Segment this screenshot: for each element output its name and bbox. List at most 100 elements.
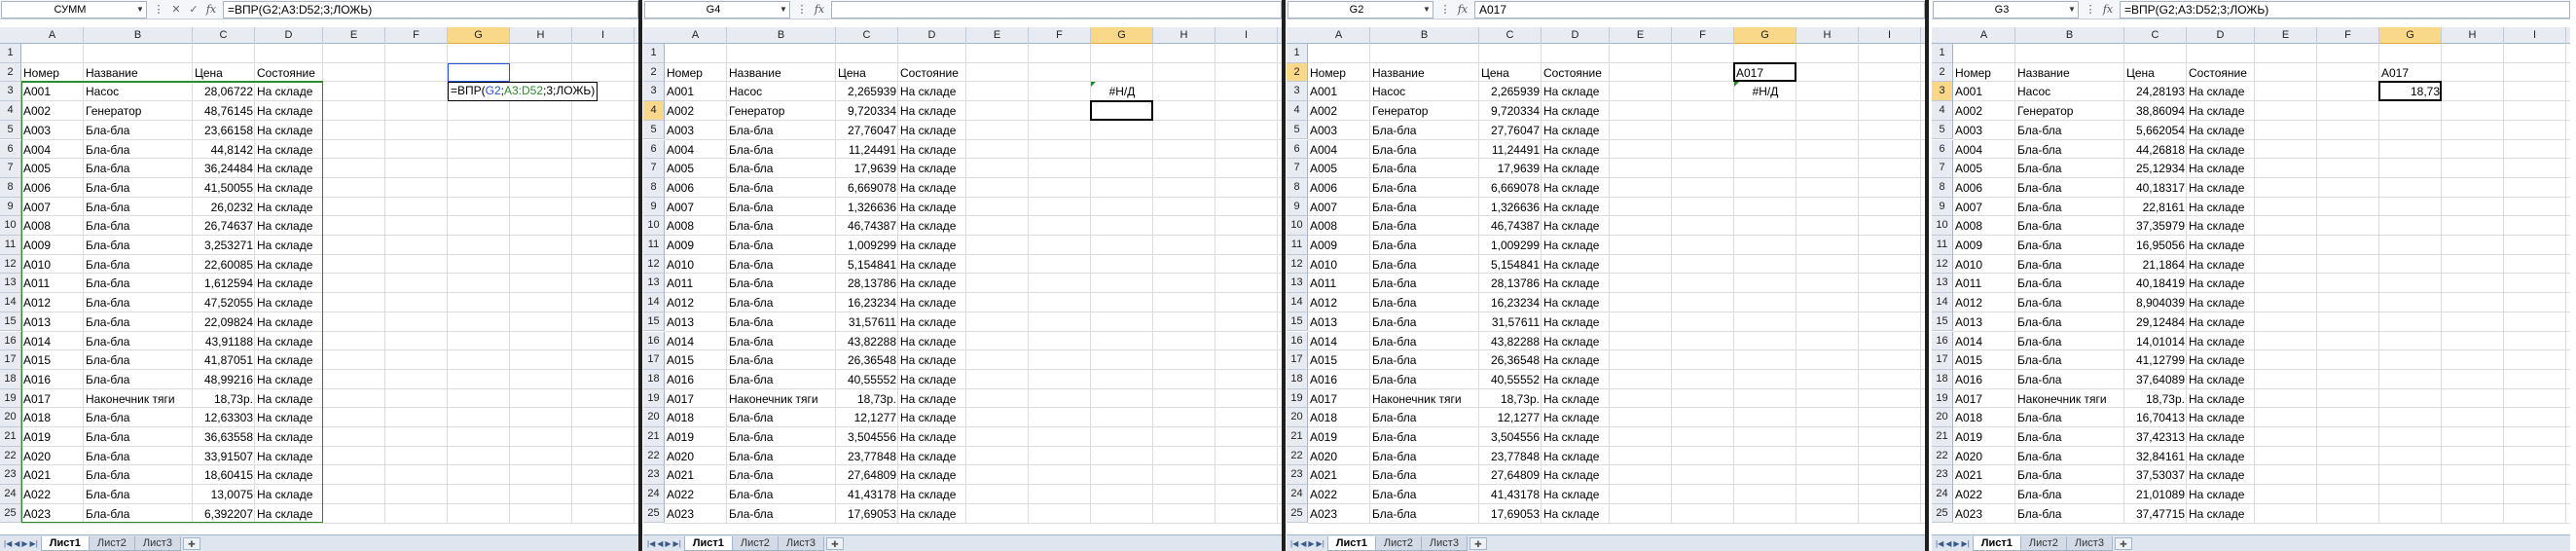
row-header-12[interactable]: 12 — [643, 254, 665, 275]
cell-B6[interactable]: Бла-бла — [727, 142, 836, 159]
cell-A18[interactable]: A016 — [1308, 372, 1370, 388]
cell-D13[interactable]: На складе — [1542, 276, 1610, 292]
cell-D4[interactable]: На складе — [255, 103, 323, 120]
cell-A20[interactable]: A018 — [21, 410, 84, 426]
row-header-25[interactable]: 25 — [643, 503, 665, 524]
cell-A12[interactable]: A010 — [665, 257, 727, 274]
row-header-1[interactable]: 1 — [1932, 44, 1953, 63]
column-header-E[interactable]: E — [966, 27, 1029, 44]
cell-B11[interactable]: Бла-бла — [727, 238, 836, 254]
column-header-G[interactable]: G — [1734, 27, 1796, 44]
column-header-H[interactable]: H — [2442, 27, 2504, 44]
cell-C8[interactable]: 40,18317 — [2124, 180, 2187, 197]
cell-B12[interactable]: Бла-бла — [727, 257, 836, 274]
cell-D13[interactable]: На складе — [898, 276, 966, 292]
row-header-17[interactable]: 17 — [1932, 350, 1953, 370]
cell-C25[interactable]: 17,69053 — [1479, 506, 1542, 523]
column-header-F[interactable]: F — [1029, 27, 1091, 44]
cell-A4[interactable]: A002 — [665, 103, 727, 120]
cell-A14[interactable]: A012 — [1308, 295, 1370, 312]
cell-B13[interactable]: Бла-бла — [2015, 276, 2124, 292]
tab-nav-first-icon[interactable]: |◀ — [647, 539, 655, 548]
cell-A24[interactable]: A022 — [21, 487, 84, 503]
cell-B10[interactable]: Бла-бла — [2015, 218, 2124, 235]
sheet-tab-3[interactable]: Лист3 — [2065, 535, 2113, 551]
cell-D19[interactable]: На складе — [2187, 391, 2255, 408]
cell-C4[interactable]: 9,720334 — [836, 103, 898, 120]
column-header-H[interactable]: H — [510, 27, 572, 44]
row-header-18[interactable]: 18 — [1932, 369, 1953, 389]
cell-D15[interactable]: На складе — [2187, 314, 2255, 331]
cell-B3[interactable]: Насос — [2015, 84, 2124, 100]
row-header-11[interactable]: 11 — [1287, 236, 1308, 255]
tab-nav-next-icon[interactable]: ▶ — [21, 539, 27, 548]
formula-input[interactable] — [831, 0, 1282, 18]
row-header-1[interactable]: 1 — [0, 44, 21, 63]
cell-A24[interactable]: A022 — [1308, 487, 1370, 503]
cell-C20[interactable]: 12,1277 — [836, 410, 898, 426]
cell-C5[interactable]: 5,662054 — [2124, 123, 2187, 139]
cell-A23[interactable]: A021 — [665, 467, 727, 484]
cell-D11[interactable]: На складе — [255, 238, 323, 254]
cell-B15[interactable]: Бла-бла — [2015, 314, 2124, 331]
cell-D22[interactable]: На складе — [1542, 449, 1610, 465]
cell-A22[interactable]: A020 — [665, 449, 727, 465]
cell-C25[interactable]: 6,392207 — [193, 506, 255, 523]
cancel-icon[interactable]: ✕ — [170, 3, 182, 16]
cell-C17[interactable]: 41,12799 — [2124, 352, 2187, 369]
cell-A22[interactable]: A020 — [1308, 449, 1370, 465]
row-header-3[interactable]: 3 — [1932, 82, 1953, 102]
row-header-17[interactable]: 17 — [1287, 350, 1308, 370]
cell-B5[interactable]: Бла-бла — [84, 123, 193, 139]
cell-A6[interactable]: A004 — [1308, 142, 1370, 159]
cell-C7[interactable]: 36,24484 — [193, 161, 255, 177]
cell-A10[interactable]: A008 — [665, 218, 727, 235]
row-header-10[interactable]: 10 — [643, 216, 665, 236]
cell-D25[interactable]: На складе — [2187, 506, 2255, 523]
cell-G3[interactable]: #Н/Д — [1734, 84, 1796, 100]
cell-C24[interactable]: 13,0075 — [193, 487, 255, 503]
cell-D14[interactable]: На складе — [1542, 295, 1610, 312]
cell-D20[interactable]: На складе — [898, 410, 966, 426]
row-header-16[interactable]: 16 — [0, 331, 21, 351]
cell-A19[interactable]: A017 — [665, 391, 727, 408]
cell-A10[interactable]: A008 — [21, 218, 84, 235]
row-header-23[interactable]: 23 — [1287, 465, 1308, 486]
cell-D6[interactable]: На складе — [1542, 142, 1610, 159]
cell-A25[interactable]: A023 — [665, 506, 727, 523]
sheet-tab-3[interactable]: Лист3 — [133, 535, 181, 551]
row-header-23[interactable]: 23 — [643, 465, 665, 486]
row-header-9[interactable]: 9 — [1287, 197, 1308, 217]
cell-A3[interactable]: A001 — [1953, 84, 2015, 100]
row-header-20[interactable]: 20 — [0, 408, 21, 427]
row-header-11[interactable]: 11 — [643, 236, 665, 255]
cell-A11[interactable]: A009 — [1953, 238, 2015, 254]
tab-nav-last-icon[interactable]: ▶| — [1317, 539, 1324, 548]
cell-A18[interactable]: A016 — [1953, 372, 2015, 388]
cell-C18[interactable]: 40,55552 — [836, 372, 898, 388]
column-header-H[interactable]: H — [1153, 27, 1215, 44]
cell-B8[interactable]: Бла-бла — [84, 180, 193, 197]
cell-B3[interactable]: Насос — [84, 84, 193, 100]
cell-B24[interactable]: Бла-бла — [727, 487, 836, 503]
cell-C21[interactable]: 36,63558 — [193, 429, 255, 446]
sheet-tab-3[interactable]: Лист3 — [1420, 535, 1468, 551]
column-header-B[interactable]: B — [2015, 27, 2124, 44]
cell-C10[interactable]: 46,74387 — [1479, 218, 1542, 235]
cell-B15[interactable]: Бла-бла — [1370, 314, 1479, 331]
row-header-8[interactable]: 8 — [0, 177, 21, 198]
cell-A23[interactable]: A021 — [1308, 467, 1370, 484]
cell-D25[interactable]: На складе — [898, 506, 966, 523]
cell-C25[interactable]: 37,47715 — [2124, 506, 2187, 523]
row-header-5[interactable]: 5 — [1287, 120, 1308, 140]
cell-A16[interactable]: A014 — [665, 334, 727, 350]
cell-B21[interactable]: Бла-бла — [2015, 429, 2124, 446]
cell-B11[interactable]: Бла-бла — [2015, 238, 2124, 254]
cell-C3[interactable]: 24,28193 — [2124, 84, 2187, 100]
cell-C14[interactable]: 16,23234 — [1479, 295, 1542, 312]
cell-D15[interactable]: На складе — [255, 314, 323, 331]
cell-C17[interactable]: 26,36548 — [1479, 352, 1542, 369]
cell-C8[interactable]: 6,669078 — [1479, 180, 1542, 197]
cell-C24[interactable]: 41,43178 — [1479, 487, 1542, 503]
row-header-22[interactable]: 22 — [1287, 446, 1308, 466]
